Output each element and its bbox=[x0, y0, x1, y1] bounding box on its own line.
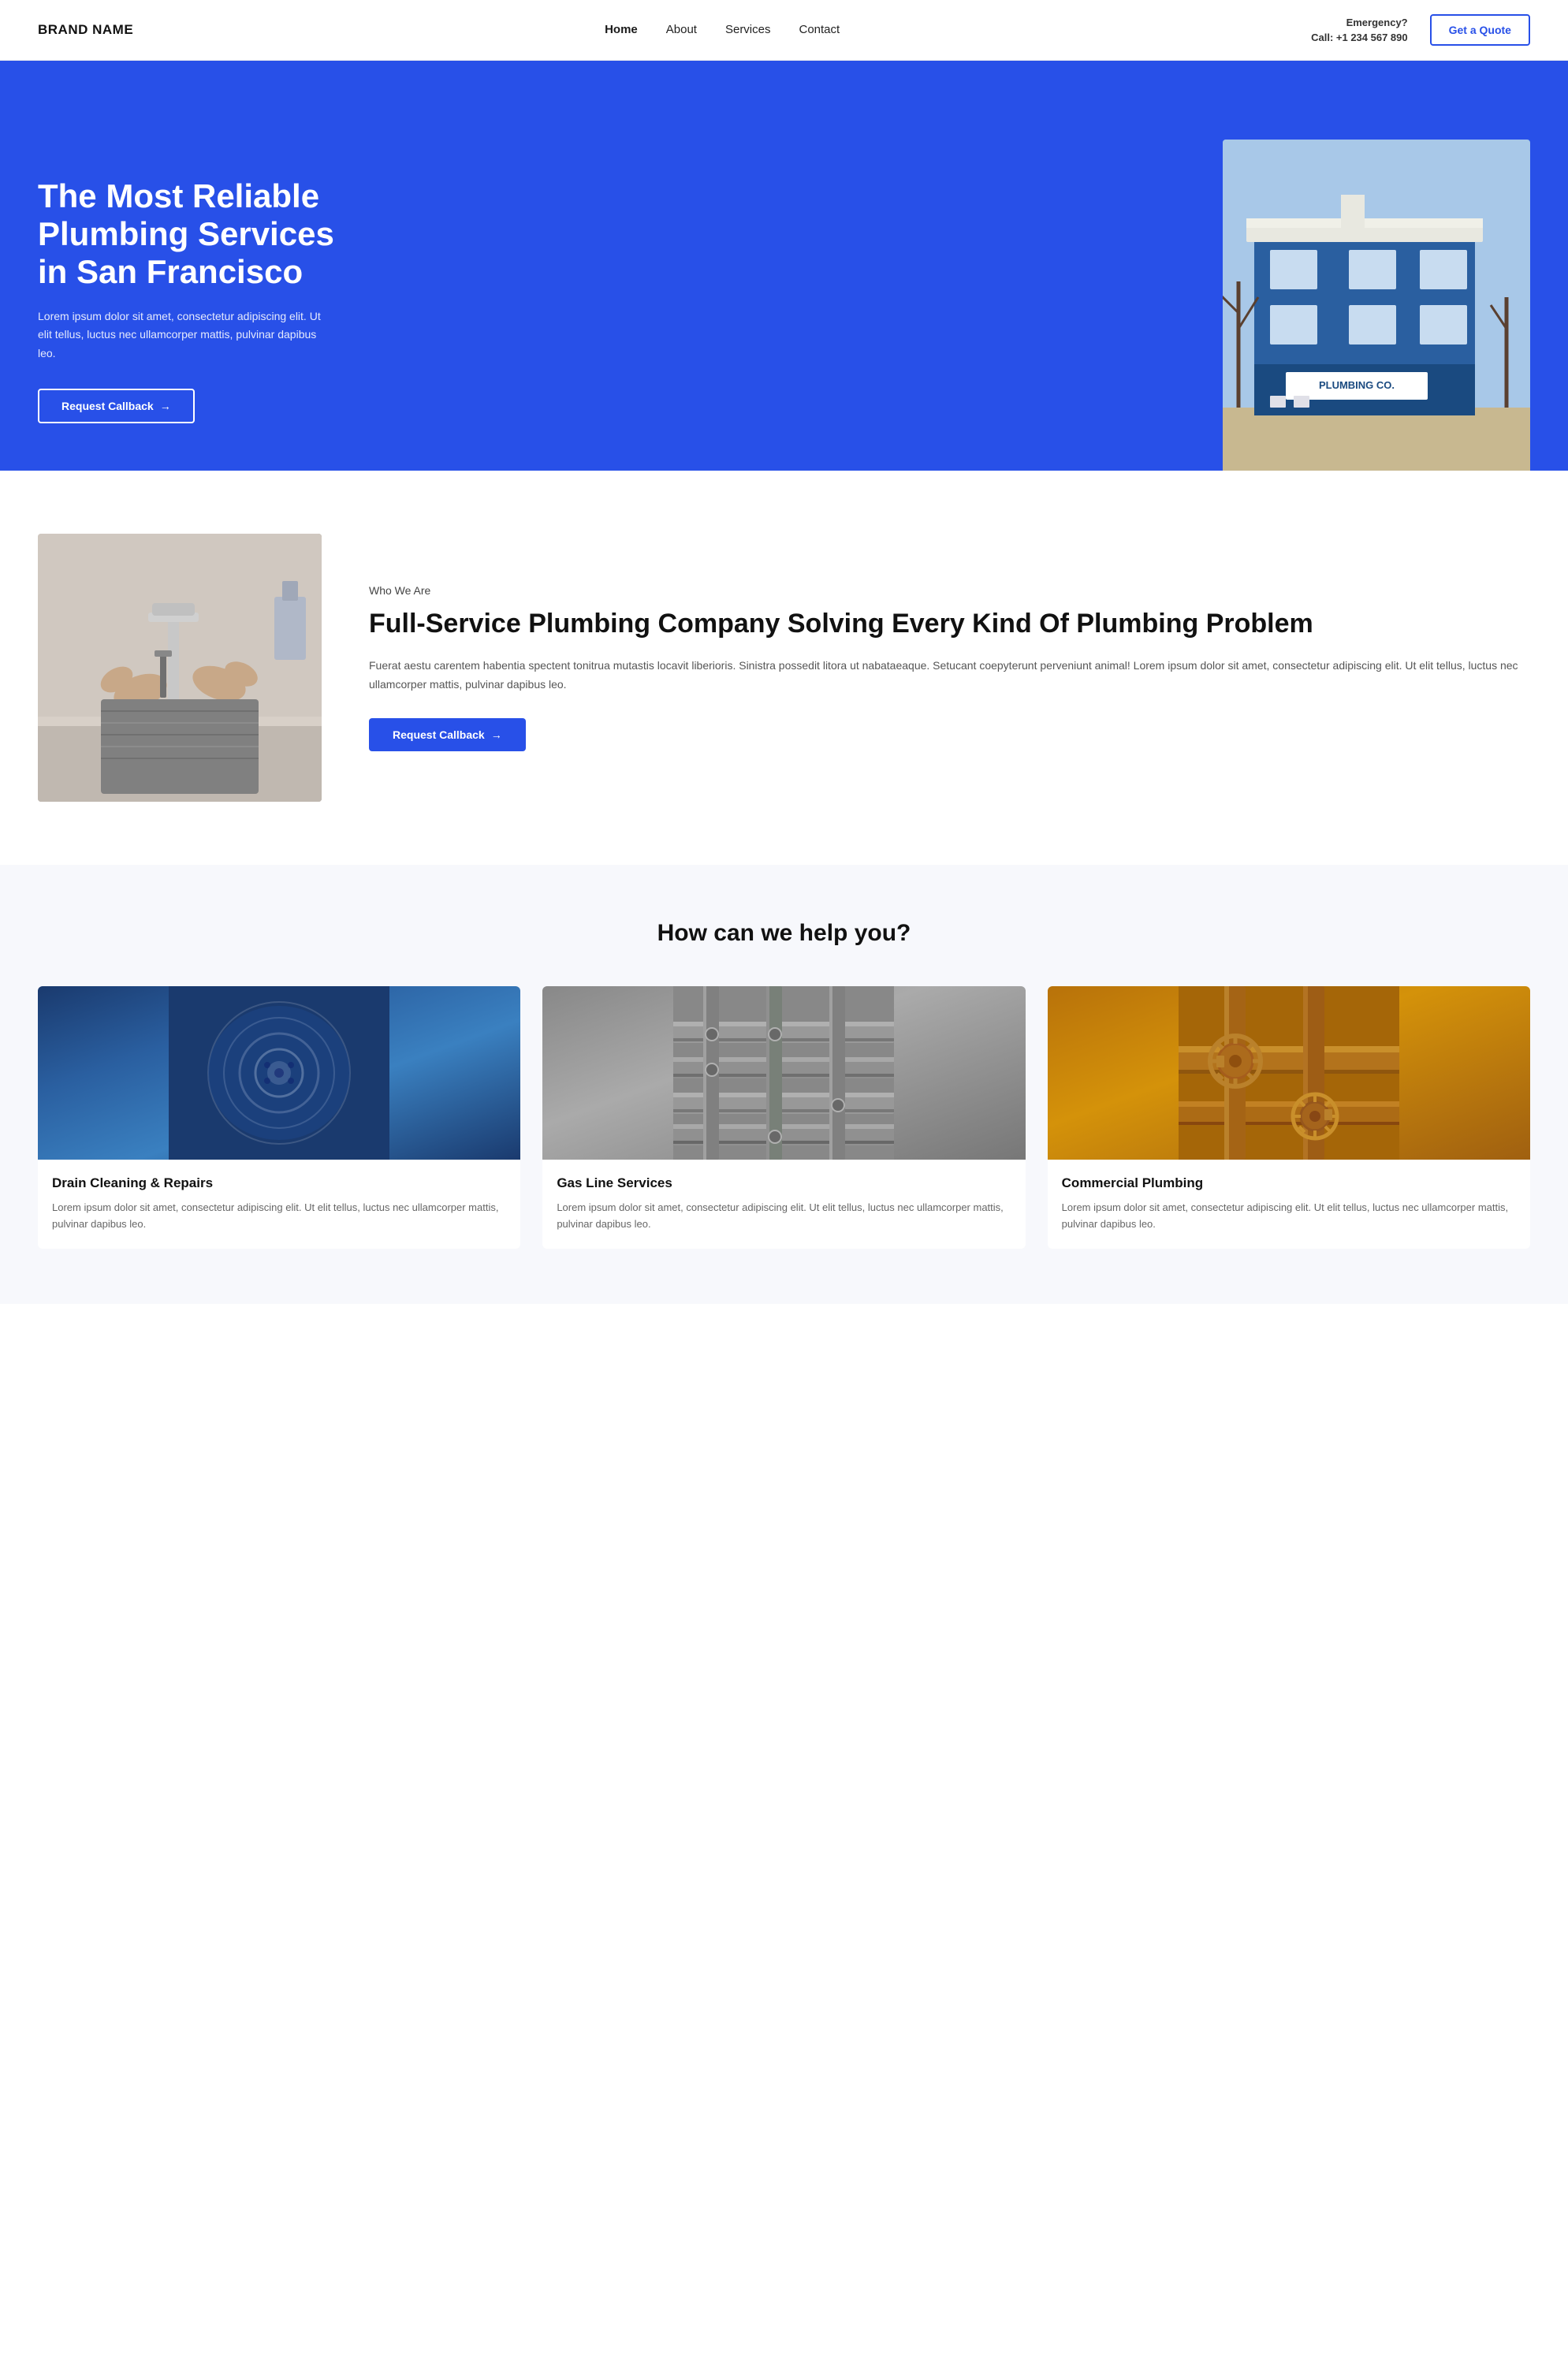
hero-section: The Most Reliable Plumbing Services in S… bbox=[0, 61, 1568, 471]
commercial-image bbox=[1048, 986, 1530, 1160]
nav-home[interactable]: Home bbox=[605, 23, 638, 36]
svg-text:PLUMBING CO.: PLUMBING CO. bbox=[1319, 379, 1395, 391]
navbar: BRAND NAME Home About Services Contact E… bbox=[0, 0, 1568, 61]
services-grid: Drain Cleaning & Repairs Lorem ipsum dol… bbox=[38, 986, 1530, 1249]
hero-content: The Most Reliable Plumbing Services in S… bbox=[38, 177, 369, 471]
about-description: Fuerat aestu carentem habentia spectent … bbox=[369, 656, 1530, 695]
nav-services[interactable]: Services bbox=[725, 23, 771, 36]
who-we-are-label: Who We Are bbox=[369, 584, 1530, 597]
brand-name: BRAND NAME bbox=[38, 22, 133, 38]
hero-image: PLUMBING CO. bbox=[1223, 140, 1530, 471]
about-section: Who We Are Full-Service Plumbing Company… bbox=[0, 471, 1568, 865]
service-info-drain: Drain Cleaning & Repairs Lorem ipsum dol… bbox=[38, 1160, 520, 1249]
service-card-gas: Gas Line Services Lorem ipsum dolor sit … bbox=[542, 986, 1025, 1249]
emergency-info: Emergency? Call: +1 234 567 890 bbox=[1311, 15, 1408, 46]
service-name-commercial: Commercial Plumbing bbox=[1062, 1175, 1516, 1191]
about-title: Full-Service Plumbing Company Solving Ev… bbox=[369, 608, 1530, 640]
service-desc-drain: Lorem ipsum dolor sit amet, consectetur … bbox=[52, 1199, 506, 1233]
gas-image bbox=[542, 986, 1025, 1160]
about-callback-button[interactable]: Request Callback → bbox=[369, 718, 526, 751]
service-desc-commercial: Lorem ipsum dolor sit amet, consectetur … bbox=[1062, 1199, 1516, 1233]
nav-links: Home About Services Contact bbox=[605, 23, 840, 37]
services-section: How can we help you? bbox=[0, 865, 1568, 1304]
hero-building-image: PLUMBING CO. bbox=[1223, 140, 1530, 471]
nav-about[interactable]: About bbox=[666, 23, 697, 36]
emergency-call: Call: +1 234 567 890 bbox=[1311, 30, 1408, 46]
plumber-image bbox=[38, 534, 322, 802]
about-content: Who We Are Full-Service Plumbing Company… bbox=[369, 584, 1530, 751]
service-card-commercial: Commercial Plumbing Lorem ipsum dolor si… bbox=[1048, 986, 1530, 1249]
service-desc-gas: Lorem ipsum dolor sit amet, consectetur … bbox=[557, 1199, 1011, 1233]
service-card-drain: Drain Cleaning & Repairs Lorem ipsum dol… bbox=[38, 986, 520, 1249]
get-quote-button[interactable]: Get a Quote bbox=[1430, 14, 1530, 46]
nav-contact[interactable]: Contact bbox=[799, 23, 840, 36]
hero-callback-button[interactable]: Request Callback → bbox=[38, 389, 195, 423]
drain-image bbox=[38, 986, 520, 1160]
navbar-right: Emergency? Call: +1 234 567 890 Get a Qu… bbox=[1311, 14, 1530, 46]
about-image bbox=[38, 534, 322, 802]
service-info-commercial: Commercial Plumbing Lorem ipsum dolor si… bbox=[1048, 1160, 1530, 1249]
service-info-gas: Gas Line Services Lorem ipsum dolor sit … bbox=[542, 1160, 1025, 1249]
services-title: How can we help you? bbox=[38, 920, 1530, 947]
hero-title: The Most Reliable Plumbing Services in S… bbox=[38, 177, 369, 292]
emergency-label: Emergency? bbox=[1311, 15, 1408, 31]
service-name-drain: Drain Cleaning & Repairs bbox=[52, 1175, 506, 1191]
hero-description: Lorem ipsum dolor sit amet, consectetur … bbox=[38, 307, 322, 363]
service-name-gas: Gas Line Services bbox=[557, 1175, 1011, 1191]
